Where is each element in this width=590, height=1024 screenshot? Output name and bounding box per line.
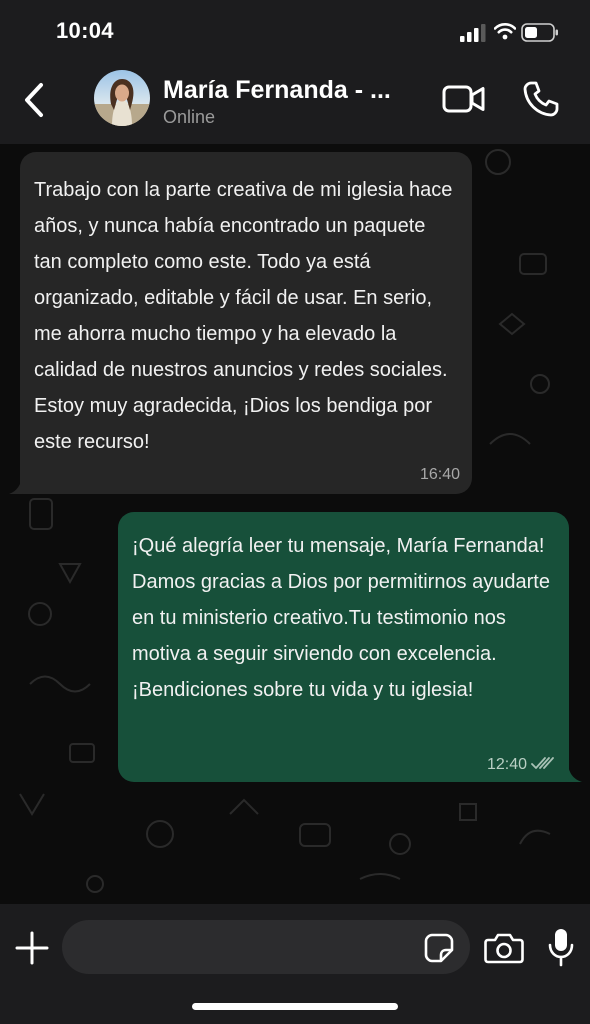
home-indicator[interactable] <box>192 1003 398 1010</box>
battery-icon <box>521 23 558 42</box>
outgoing-message[interactable]: ¡Qué alegría leer tu mensaje, María Fern… <box>118 512 569 782</box>
contact-name[interactable]: María Fernanda - ... <box>163 76 391 105</box>
message-time: 12:40 <box>486 756 527 773</box>
microphone-icon[interactable] <box>548 927 574 967</box>
plus-icon[interactable] <box>15 931 49 965</box>
camera-icon[interactable] <box>484 932 524 964</box>
back-chevron-icon[interactable] <box>20 80 50 120</box>
double-check-icon <box>531 757 554 769</box>
message-time: 16:40 <box>419 466 460 483</box>
status-time: 10:04 <box>56 18 114 43</box>
sticker-icon[interactable] <box>424 933 454 963</box>
status-bar: 10:04 <box>0 0 590 62</box>
chat-area[interactable]: Trabajo con la parte creativa de mi igle… <box>0 144 590 904</box>
message-input[interactable] <box>62 920 470 974</box>
chat-header: María Fernanda - ... Online <box>0 62 590 144</box>
contact-status: Online <box>163 107 216 127</box>
signal-bars-icon <box>460 24 486 42</box>
incoming-message[interactable]: Trabajo con la parte creativa de mi igle… <box>20 152 472 494</box>
message-text: ¡Qué alegría leer tu mensaje, María Fern… <box>132 535 550 701</box>
message-text: Trabajo con la parte creativa de mi igle… <box>34 179 453 453</box>
avatar[interactable] <box>94 70 150 126</box>
video-camera-icon[interactable] <box>442 82 486 116</box>
message-input-bar <box>0 904 590 1024</box>
wifi-icon <box>494 23 516 40</box>
phone-icon[interactable] <box>522 80 560 118</box>
